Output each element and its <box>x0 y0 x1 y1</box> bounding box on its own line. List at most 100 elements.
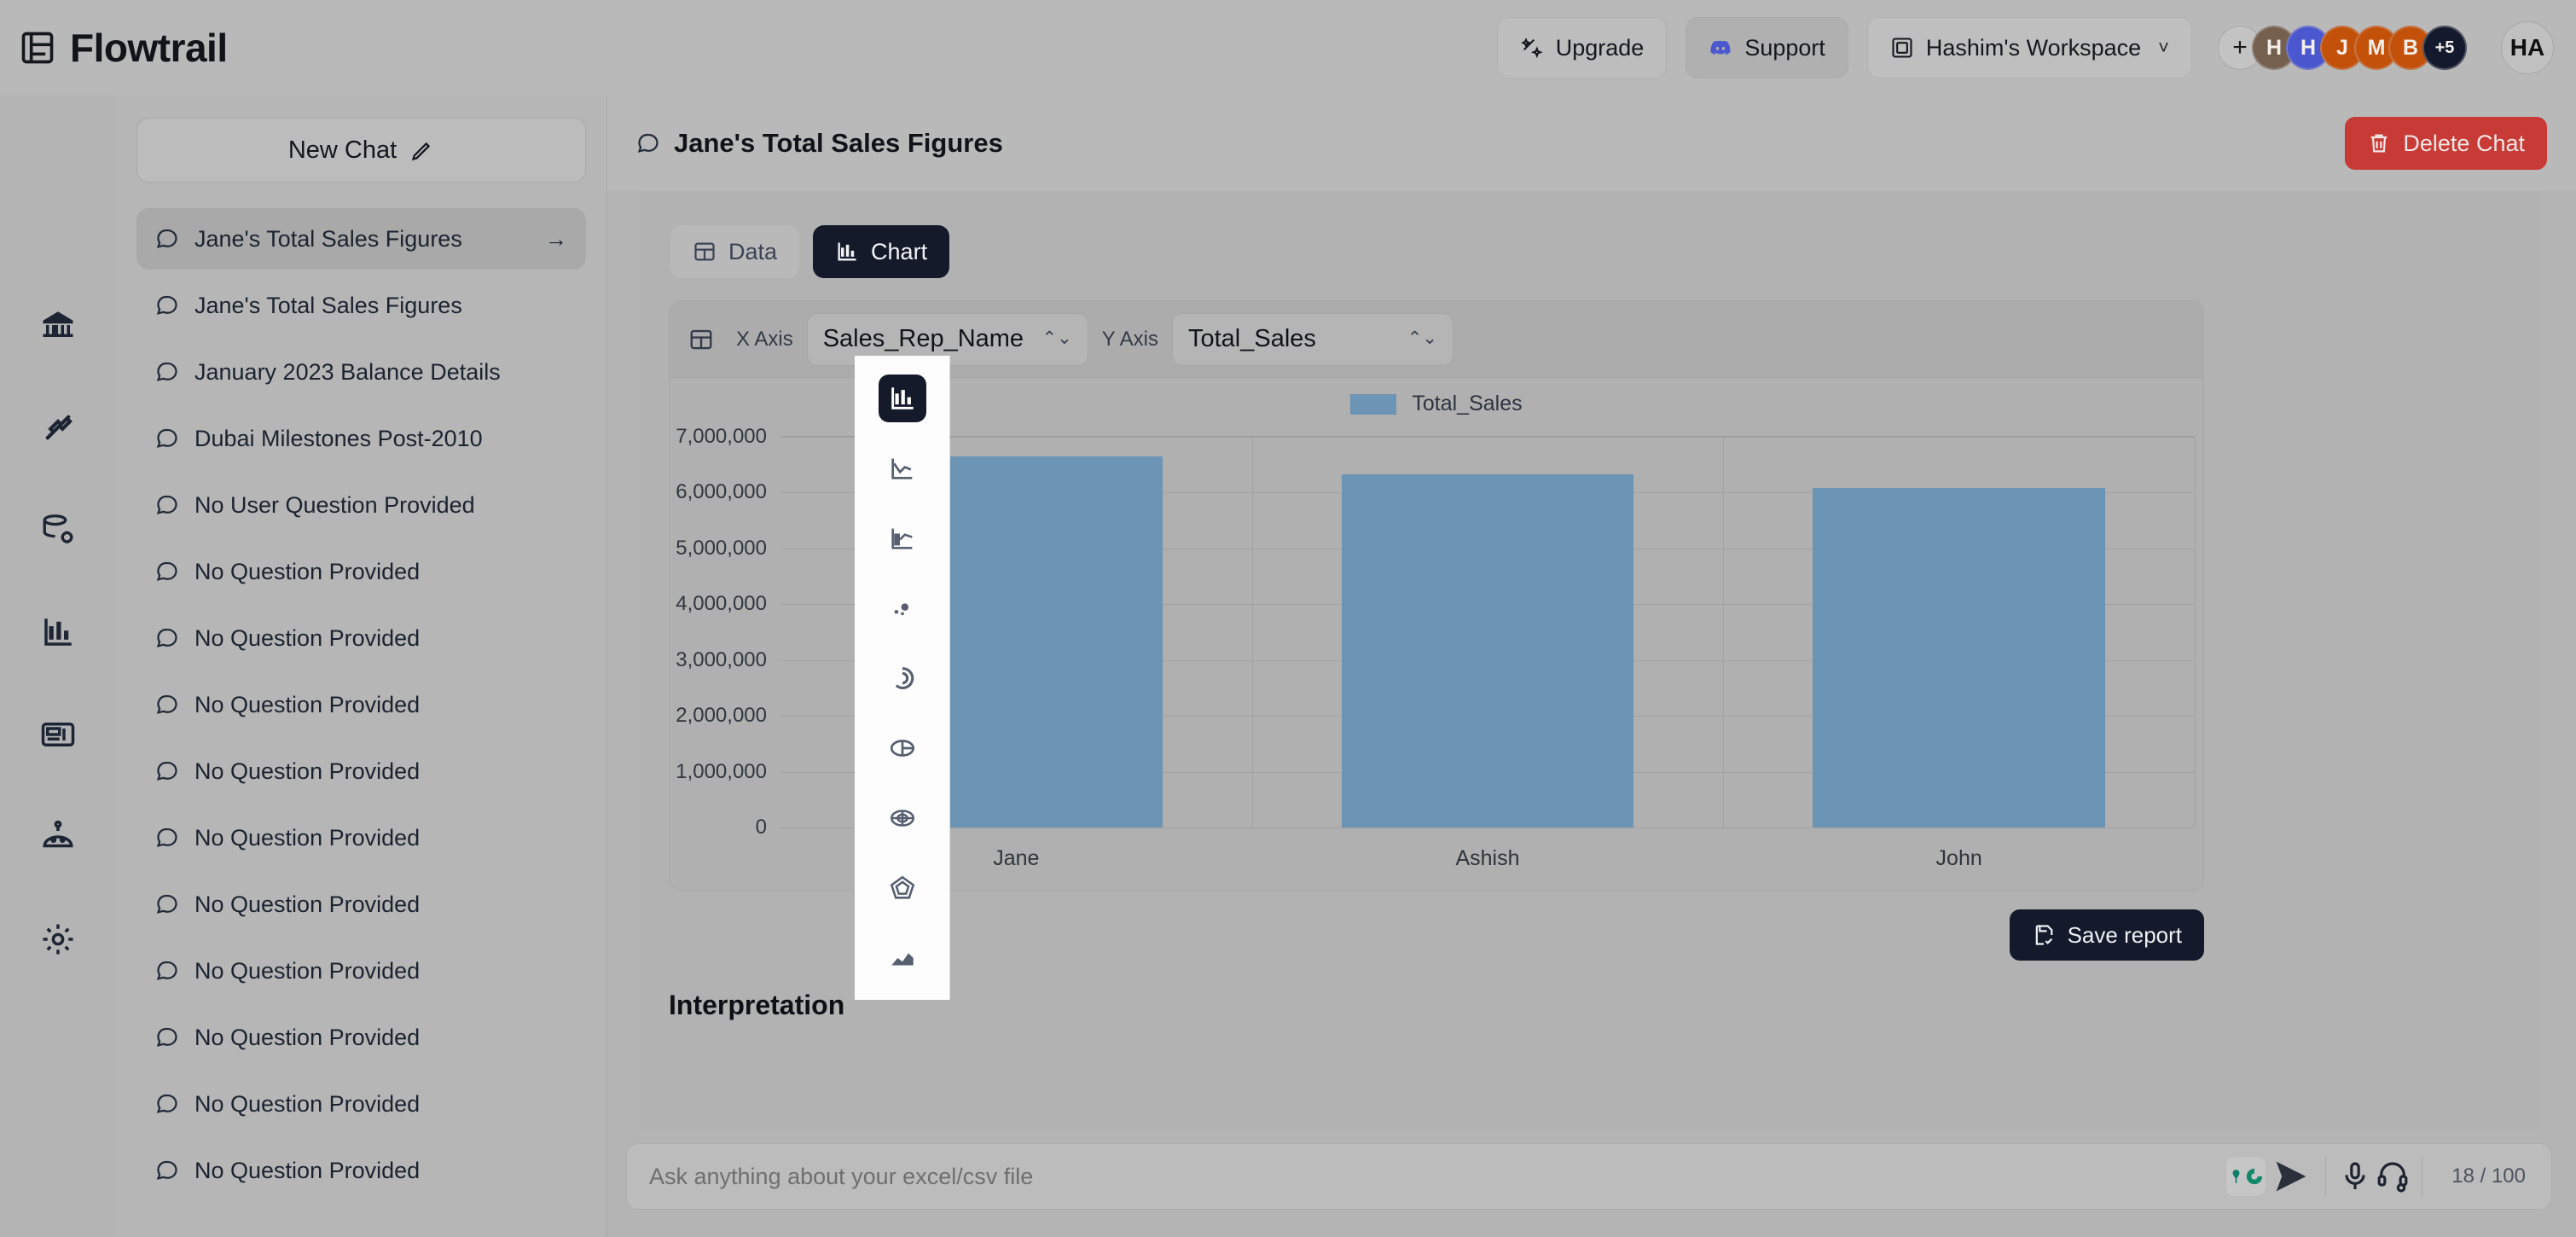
member-avatars[interactable]: + H H J M B +5 <box>2218 26 2467 70</box>
chat-list-item[interactable]: No Question Provided <box>136 940 586 1002</box>
workspace-switcher[interactable]: Hashim's Workspace ˅ <box>1866 17 2192 78</box>
chat-list-item[interactable]: No Question Provided <box>136 1007 586 1068</box>
chat-list-item[interactable]: No Question Provided <box>136 1073 586 1135</box>
y-axis-tick: 2,000,000 <box>676 704 767 728</box>
y-axis-tick: 3,000,000 <box>676 648 767 671</box>
chat-sidebar: New Chat Jane's Total Sales Figures → Jane… <box>116 96 607 1237</box>
plug-connect-icon[interactable] <box>40 409 76 445</box>
table-icon <box>693 240 717 264</box>
chat-list-item[interactable]: No Question Provided <box>136 874 586 935</box>
delete-chat-button[interactable]: Delete Chat <box>2345 117 2547 170</box>
chat-bubble-icon <box>155 626 179 650</box>
composer-placeholder: Ask anything about your excel/csv file <box>649 1163 1034 1189</box>
chat-bubble-icon <box>155 826 179 850</box>
chat-list-item[interactable]: No Question Provided <box>136 607 586 669</box>
bar-chart-icon[interactable] <box>40 614 76 650</box>
chat-bubble-icon <box>155 1159 179 1182</box>
brand[interactable]: Flowtrail <box>0 25 228 71</box>
open-chat-arrow-icon[interactable]: → <box>545 226 567 253</box>
x-axis-label: X Axis <box>736 327 793 351</box>
chat-list-item[interactable]: No Question Provided <box>136 674 586 735</box>
trash-icon <box>2367 131 2391 155</box>
chat-bubble-icon <box>155 227 179 251</box>
chat-list-item[interactable]: No Question Provided <box>136 541 586 602</box>
upgrade-button[interactable]: Upgrade <box>1496 17 1668 78</box>
category-separator <box>2195 437 2196 828</box>
chat-bubble-icon <box>155 693 179 717</box>
support-label: Support <box>1744 34 1825 61</box>
grid-logo-icon <box>19 29 56 67</box>
chart-type-pie[interactable] <box>879 724 926 772</box>
discord-icon <box>1709 36 1732 60</box>
dashboard-icon[interactable] <box>40 717 76 752</box>
chat-list-item[interactable]: No Question Provided <box>136 807 586 868</box>
chat-bubble-icon <box>636 131 660 155</box>
chat-list-item[interactable]: No Question Provided <box>136 740 586 802</box>
robot-icon[interactable] <box>40 819 76 855</box>
category-separator <box>1723 437 1725 828</box>
composer-actions: 18 / 100 <box>2226 1154 2539 1199</box>
chat-list-item-label: No Question Provided <box>194 1157 421 1183</box>
chat-list-item-label: No User Question Provided <box>194 491 475 518</box>
chevron-down-icon: ˅ <box>2158 37 2169 58</box>
chart-type-combo[interactable] <box>879 514 926 562</box>
grammarly-icon[interactable] <box>2226 1157 2266 1196</box>
chat-list-item[interactable]: No Question Provided <box>136 1140 586 1201</box>
y-axis-select[interactable]: Total_Sales ⌃⌄ <box>1171 312 1453 366</box>
chat-list-item-label: Dubai Milestones Post-2010 <box>194 425 483 451</box>
microphone-icon[interactable] <box>2338 1159 2372 1193</box>
avatar-overflow[interactable]: +5 <box>2422 26 2467 70</box>
chat-list-item[interactable]: Dubai Milestones Post-2010 <box>136 408 586 469</box>
chat-bubble-icon <box>155 959 179 983</box>
table-icon[interactable] <box>688 327 714 352</box>
bar-chart-icon <box>835 240 859 264</box>
chat-list-item[interactable]: Jane's Total Sales Figures → <box>136 208 586 270</box>
tab-chart-label: Chart <box>871 238 928 264</box>
tab-data[interactable]: Data <box>670 225 800 278</box>
x-axis-tick: Jane <box>993 846 1040 870</box>
chart-bar[interactable] <box>1341 473 1634 828</box>
support-button[interactable]: Support <box>1685 17 1848 78</box>
chat-list-item-label: No Question Provided <box>194 558 421 584</box>
chevron-updown-icon: ⌃⌄ <box>1407 328 1437 349</box>
main-header: Jane's Total Sales Figures Delete Chat <box>607 96 2576 191</box>
chat-bubble-icon <box>155 293 179 317</box>
y-axis-tick: 4,000,000 <box>676 592 767 616</box>
gear-icon[interactable] <box>40 921 76 957</box>
new-chat-label: New Chat <box>287 136 397 164</box>
chart-type-donut[interactable] <box>879 654 926 702</box>
message-composer[interactable]: Ask anything about your excel/csv file 1… <box>626 1143 2552 1210</box>
user-avatar[interactable]: HA <box>2501 21 2554 74</box>
page-title: Jane's Total Sales Figures <box>636 128 1003 159</box>
chart-bar[interactable] <box>1813 488 2105 828</box>
tab-chart[interactable]: Chart <box>813 225 950 278</box>
chat-list-item[interactable]: January 2023 Balance Details <box>136 341 586 403</box>
y-axis-tick: 1,000,000 <box>676 759 767 783</box>
view-tabs: Data Chart <box>670 225 2513 278</box>
chat-list-item-label: No Question Provided <box>194 691 421 717</box>
chart-type-line[interactable] <box>879 444 926 492</box>
y-axis-label: Y Axis <box>1101 327 1158 351</box>
chart-type-area[interactable] <box>879 934 926 982</box>
save-report-button[interactable]: Save report <box>2009 909 2204 961</box>
x-axis-value: Sales_Rep_Name <box>822 325 1024 352</box>
chart-type-radar[interactable] <box>879 864 926 912</box>
chart-type-scatter[interactable] <box>879 584 926 632</box>
legend-label: Total_Sales <box>1412 392 1523 415</box>
chart-type-polar[interactable] <box>879 794 926 842</box>
chat-list: Jane's Total Sales Figures → Jane's Total … <box>136 208 586 1201</box>
bank-home-icon[interactable] <box>40 307 76 343</box>
y-axis-tick: 7,000,000 <box>676 425 767 448</box>
chat-list-item[interactable]: Jane's Total Sales Figures <box>136 275 586 336</box>
chart-type-picker <box>855 356 950 1000</box>
new-chat-button[interactable]: New Chat <box>136 118 586 183</box>
headset-settings-icon[interactable] <box>2376 1159 2410 1193</box>
y-axis-tick: 0 <box>755 816 767 839</box>
chart-type-bar[interactable] <box>878 375 926 422</box>
icon-rail <box>0 96 116 1237</box>
database-settings-icon[interactable] <box>40 512 76 548</box>
divider <box>2325 1156 2327 1197</box>
chat-list-item[interactable]: No User Question Provided <box>136 474 586 536</box>
send-button[interactable] <box>2269 1154 2313 1199</box>
save-report-label: Save report <box>2067 921 2182 948</box>
